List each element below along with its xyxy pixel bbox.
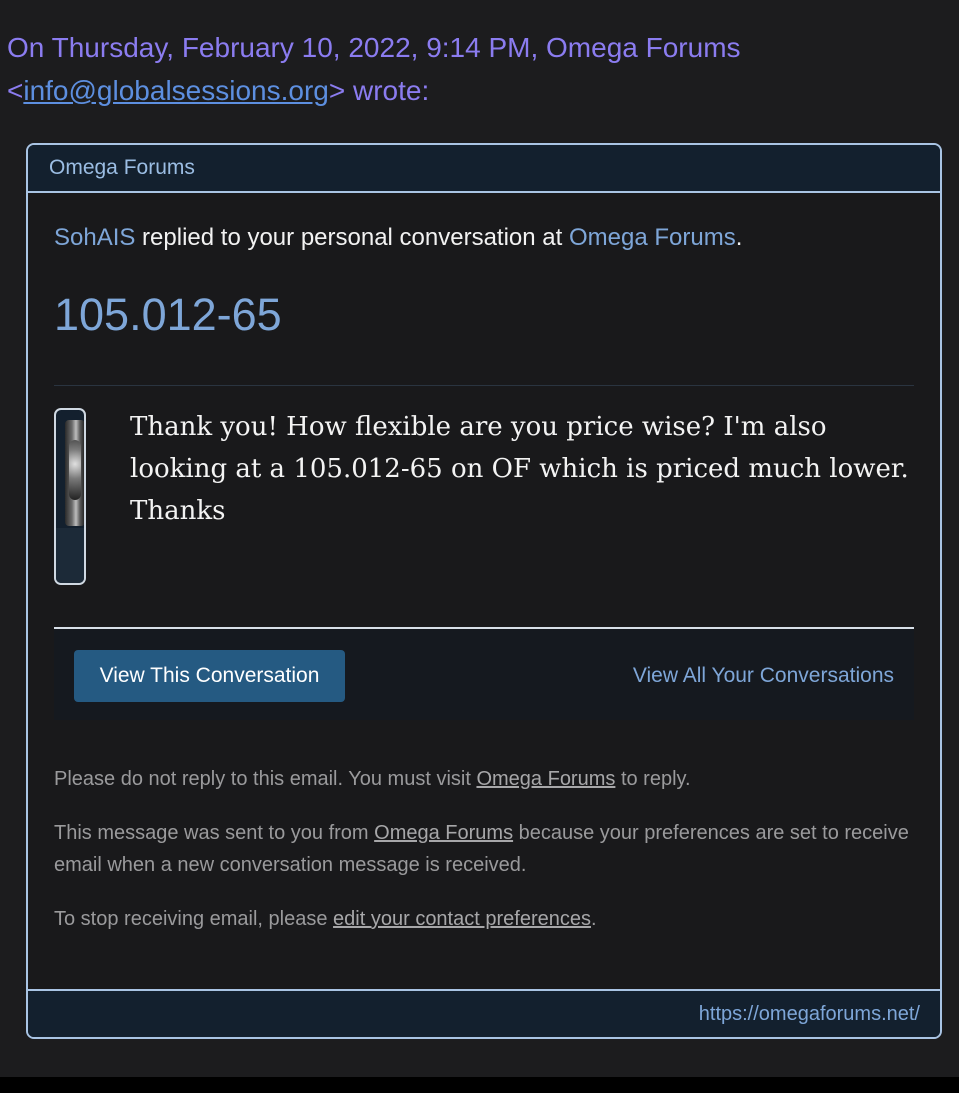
sender-email-link[interactable]: info@globalsessions.org bbox=[23, 75, 328, 106]
quote-header: On Thursday, February 10, 2022, 9:14 PM,… bbox=[7, 26, 947, 112]
intro-middle: replied to your personal conversation at bbox=[135, 224, 569, 251]
actions-bar: View This Conversation View All Your Con… bbox=[54, 629, 914, 720]
card-body: SohAIS replied to your personal conversa… bbox=[28, 223, 940, 935]
note-text: This message was sent to you from bbox=[54, 822, 375, 844]
note-no-reply: Please do not reply to this email. You m… bbox=[54, 763, 914, 795]
intro-end: . bbox=[735, 224, 743, 251]
message-row: Thank you! How flexible are you price wi… bbox=[54, 386, 914, 591]
omega-forums-link[interactable]: Omega Forums bbox=[374, 822, 513, 844]
view-all-conversations-link[interactable]: View All Your Conversations bbox=[633, 650, 894, 702]
avatar-background bbox=[56, 528, 84, 583]
note-text: To stop receiving email, please bbox=[54, 908, 334, 930]
footer-notes: Please do not reply to this email. You m… bbox=[54, 763, 914, 935]
quote-suffix: > wrote: bbox=[328, 75, 430, 106]
note-text: . bbox=[590, 908, 597, 930]
message-text: Thank you! How flexible are you price wi… bbox=[130, 412, 909, 526]
omega-forums-link[interactable]: Omega Forums bbox=[476, 768, 615, 790]
note-preferences: This message was sent to you from Omega … bbox=[54, 817, 914, 881]
site-url-link[interactable]: https://omegaforums.net/ bbox=[699, 991, 920, 1037]
view-conversation-button[interactable]: View This Conversation bbox=[74, 650, 345, 702]
edit-preferences-link[interactable]: edit your contact preferences bbox=[333, 908, 591, 930]
intro-line: SohAIS replied to your personal conversa… bbox=[54, 223, 914, 253]
note-text: Please do not reply to this email. You m… bbox=[54, 768, 477, 790]
note-text: to reply. bbox=[615, 768, 691, 790]
note-unsubscribe: To stop receiving email, please edit you… bbox=[54, 903, 914, 935]
card-footer: https://omegaforums.net/ bbox=[28, 989, 940, 1037]
user-link[interactable]: SohAIS bbox=[54, 224, 135, 251]
quote-lt: < bbox=[7, 75, 24, 106]
conversation-title[interactable]: 105.012-65 bbox=[54, 287, 914, 343]
watch-thumbnail-icon bbox=[65, 420, 84, 526]
notification-card: Omega Forums SohAIS replied to your pers… bbox=[26, 143, 942, 1039]
quote-prefix: On Thursday, February 10, 2022, 9:14 PM,… bbox=[7, 32, 741, 63]
email-view: On Thursday, February 10, 2022, 9:14 PM,… bbox=[0, 0, 959, 1077]
card-header: Omega Forums bbox=[28, 145, 940, 193]
site-link[interactable]: Omega Forums bbox=[569, 224, 736, 251]
avatar[interactable] bbox=[54, 408, 86, 585]
bottom-strip bbox=[0, 1077, 959, 1093]
